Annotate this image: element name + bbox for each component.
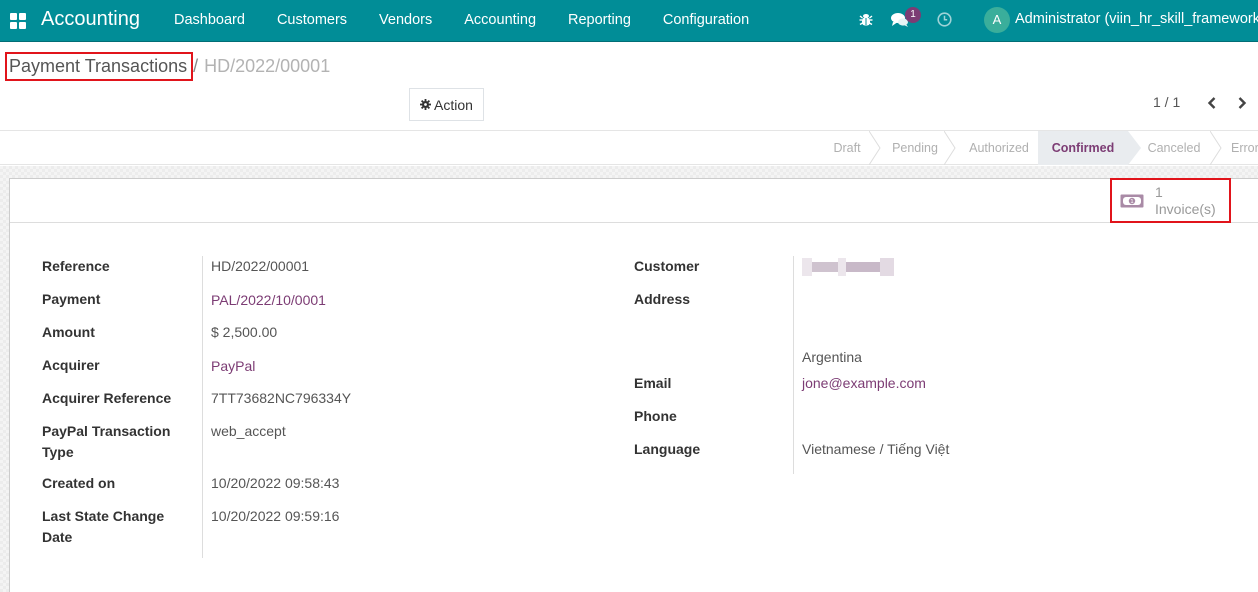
customer-name-redacted[interactable] xyxy=(802,258,894,276)
menu-dashboard[interactable]: Dashboard xyxy=(158,0,261,42)
status-separator xyxy=(944,131,956,165)
status-error[interactable]: Error xyxy=(1224,131,1258,165)
status-separator xyxy=(1210,131,1222,165)
status-bar: Draft Pending Authorized Confirmed Cance… xyxy=(0,130,1258,165)
message-count-badge: 1 xyxy=(905,7,921,23)
value-created-on: 10/20/2022 09:58:43 xyxy=(211,475,340,491)
left-group-divider xyxy=(202,256,203,558)
chevron-right-icon[interactable] xyxy=(1235,96,1249,110)
label-created-on: Created on xyxy=(42,475,116,491)
breadcrumb-separator: / xyxy=(193,56,199,76)
label-language: Language xyxy=(634,441,701,457)
right-group-divider xyxy=(793,256,794,474)
app-brand[interactable]: Accounting xyxy=(41,8,140,31)
menu-configuration[interactable]: Configuration xyxy=(647,0,765,42)
menu-vendors[interactable]: Vendors xyxy=(363,0,448,42)
value-language: Vietnamese / Tiếng Việt xyxy=(802,441,950,457)
label-acquirer-reference: Acquirer Reference xyxy=(42,390,172,406)
label-reference: Reference xyxy=(42,258,110,274)
user-avatar[interactable]: A xyxy=(984,7,1010,33)
value-reference: HD/2022/00001 xyxy=(211,258,310,274)
label-customer: Customer xyxy=(634,258,700,274)
status-pending[interactable]: Pending xyxy=(882,131,948,165)
breadcrumb: Payment Transactions / HD/2022/00001 xyxy=(9,56,330,77)
value-last-state-change-date: 10/20/2022 09:59:16 xyxy=(211,508,340,524)
label-address: Address xyxy=(634,291,691,307)
label-phone: Phone xyxy=(634,408,677,424)
value-payment-link[interactable]: PAL/2022/10/0001 xyxy=(211,290,326,311)
menu-customers[interactable]: Customers xyxy=(261,0,363,42)
status-draft[interactable]: Draft xyxy=(820,131,874,165)
chevron-left-icon[interactable] xyxy=(1205,96,1219,110)
menu-accounting[interactable]: Accounting xyxy=(448,0,552,42)
value-acquirer-link[interactable]: PayPal xyxy=(211,356,255,377)
status-authorized[interactable]: Authorized xyxy=(956,131,1042,165)
label-amount: Amount xyxy=(42,324,95,340)
breadcrumb-payment-transactions[interactable]: Payment Transactions xyxy=(9,56,187,77)
user-menu[interactable]: Administrator (viin_hr_skill_framework) xyxy=(1015,11,1258,27)
invoice-label: Invoice(s) xyxy=(1155,201,1216,217)
invoice-count: 1 xyxy=(1155,184,1163,200)
status-confirmed[interactable]: Confirmed xyxy=(1038,131,1128,165)
clock-icon[interactable] xyxy=(937,12,952,27)
status-separator xyxy=(869,131,881,165)
smart-button-box: 1 1 Invoice(s) xyxy=(10,179,1258,223)
action-button-label: Action xyxy=(434,96,473,113)
invoices-smart-button[interactable]: 1 1 Invoice(s) xyxy=(1111,179,1231,223)
label-payment: Payment xyxy=(42,291,101,307)
apps-menu-icon[interactable] xyxy=(10,13,26,29)
main-menu: Dashboard Customers Vendors Accounting R… xyxy=(158,0,765,42)
label-paypal-transaction-type: PayPal Transaction Type xyxy=(42,423,171,460)
value-paypal-transaction-type: web_accept xyxy=(211,423,286,439)
value-email-link[interactable]: jone@example.com xyxy=(802,373,926,394)
action-button[interactable]: Action xyxy=(409,88,484,121)
menu-reporting[interactable]: Reporting xyxy=(552,0,647,42)
value-amount: $ 2,500.00 xyxy=(211,324,278,340)
value-address-country: Argentina xyxy=(802,349,862,365)
label-acquirer: Acquirer xyxy=(42,357,100,373)
label-email: Email xyxy=(634,375,672,391)
label-last-state-change-date: Last State Change Date xyxy=(42,508,165,545)
breadcrumb-current-record: HD/2022/00001 xyxy=(204,56,331,76)
money-icon: 1 xyxy=(1120,194,1144,208)
status-canceled[interactable]: Canceled xyxy=(1140,131,1208,165)
gear-icon xyxy=(420,99,432,110)
bug-icon[interactable] xyxy=(859,12,873,28)
svg-text:1: 1 xyxy=(1130,199,1134,205)
value-acquirer-reference: 7TT73682NC796334Y xyxy=(211,390,352,406)
pager-value[interactable]: 1 / 1 xyxy=(1153,94,1180,110)
